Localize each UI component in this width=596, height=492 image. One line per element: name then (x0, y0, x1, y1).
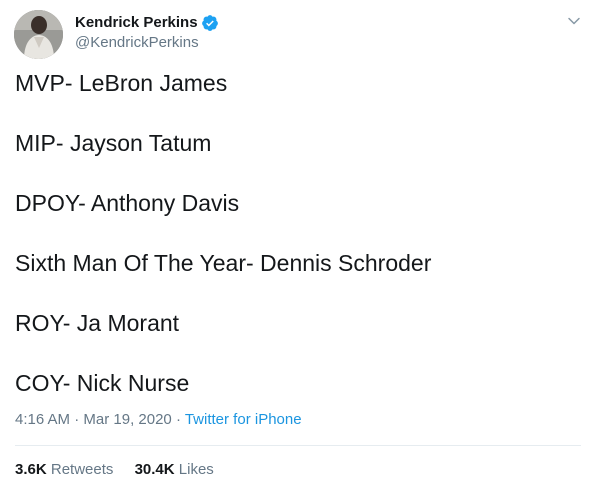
user-handle[interactable]: @KendrickPerkins (75, 34, 219, 51)
retweets-stat[interactable]: 3.6K Retweets (15, 461, 113, 478)
tweet-line-coy: COY- Nick Nurse (15, 370, 190, 396)
meta-separator: · (171, 411, 185, 428)
tweet-stats: 3.6K Retweets 30.4K Likes (15, 461, 231, 478)
user-header: Kendrick Perkins @KendrickPerkins (75, 12, 219, 51)
meta-separator: · (70, 411, 84, 428)
likes-label: Likes (178, 461, 214, 478)
tweet-card: Kendrick Perkins @KendrickPerkins MVP- L… (0, 0, 596, 492)
avatar-photo (14, 10, 63, 59)
tweet-line-mvp: MVP- LeBron James (15, 70, 228, 96)
tweet-metadata: 4:16 AM · Mar 19, 2020 · Twitter for iPh… (15, 411, 302, 428)
tweet-text: MVP- LeBron James MIP- Jayson Tatum DPOY… (15, 68, 585, 428)
tweet-date[interactable]: Mar 19, 2020 (83, 411, 171, 428)
chevron-down-icon[interactable] (567, 14, 581, 28)
divider (15, 445, 581, 446)
likes-stat[interactable]: 30.4K Likes (135, 461, 214, 478)
likes-count: 30.4K (134, 461, 175, 478)
display-name[interactable]: Kendrick Perkins (75, 14, 198, 31)
avatar[interactable] (14, 10, 63, 59)
tweet-line-mip: MIP- Jayson Tatum (15, 130, 212, 156)
tweet-line-dpoy: DPOY- Anthony Davis (15, 190, 240, 216)
retweets-count: 3.6K (15, 461, 47, 478)
display-name-row: Kendrick Perkins (75, 12, 219, 33)
tweet-time[interactable]: 4:16 AM (15, 411, 70, 428)
tweet-line-sixth-man: Sixth Man Of The Year- Dennis Schroder (15, 250, 432, 276)
verified-badge-icon (201, 14, 219, 32)
tweet-source-link[interactable]: Twitter for iPhone (185, 411, 302, 428)
retweets-label: Retweets (50, 461, 114, 478)
tweet-line-roy: ROY- Ja Morant (15, 310, 180, 336)
